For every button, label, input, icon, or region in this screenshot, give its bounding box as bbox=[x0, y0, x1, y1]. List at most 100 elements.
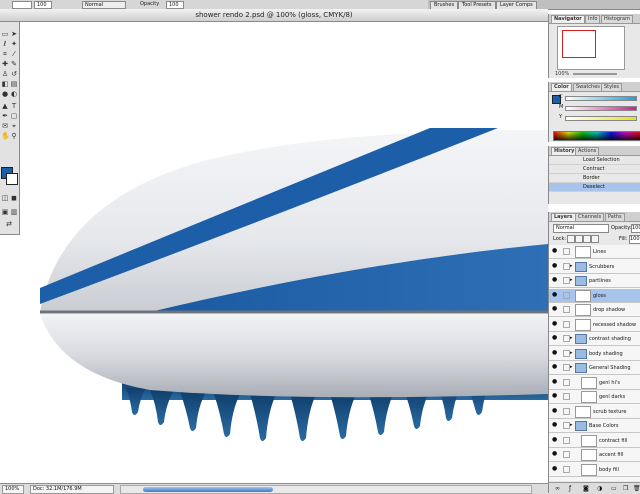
blend-mode-dropdown[interactable]: Normal bbox=[553, 224, 609, 233]
tab-styles[interactable]: Styles bbox=[601, 83, 623, 91]
link-toggle[interactable] bbox=[563, 306, 570, 313]
link-toggle[interactable] bbox=[563, 378, 570, 386]
tab-actions[interactable]: Actions bbox=[575, 147, 600, 155]
visibility-eye-icon[interactable]: ● bbox=[552, 393, 557, 399]
visibility-eye-icon[interactable]: ● bbox=[552, 378, 557, 385]
history-item[interactable]: Border bbox=[549, 174, 640, 183]
visibility-eye-icon[interactable]: ● bbox=[552, 451, 557, 457]
visibility-eye-icon[interactable]: ● bbox=[552, 465, 557, 472]
link-toggle[interactable] bbox=[563, 436, 570, 444]
opacity-percent-field[interactable]: 100 bbox=[166, 1, 184, 9]
lock-all-icon[interactable] bbox=[591, 235, 599, 243]
navigator-thumbnail[interactable] bbox=[557, 26, 625, 70]
eyedropper-tool-icon[interactable]: ⌖ bbox=[10, 122, 18, 130]
layer-row[interactable]: ● scrub texture bbox=[549, 405, 640, 419]
visibility-eye-icon[interactable]: ● bbox=[552, 277, 557, 283]
link-toggle[interactable] bbox=[563, 451, 570, 458]
document-titlebar[interactable]: shower rendo 2.psd @ 100% (gloss, CMYK/8… bbox=[0, 9, 548, 22]
well-tab-tool-presets[interactable]: Tool Presets bbox=[458, 1, 496, 9]
link-toggle[interactable] bbox=[563, 262, 570, 270]
layer-row[interactable]: ● genl darks bbox=[549, 390, 640, 404]
well-tab-brushes[interactable]: Brushes bbox=[430, 1, 459, 9]
full-screen-icon[interactable]: ▥ bbox=[10, 208, 18, 216]
color-spectrum-bar[interactable] bbox=[553, 131, 640, 141]
tab-paths[interactable]: Paths bbox=[605, 213, 625, 221]
expand-triangle-icon[interactable]: ▸ bbox=[570, 350, 573, 356]
link-toggle[interactable] bbox=[563, 349, 570, 357]
layer-row[interactable]: ● recessed shadow bbox=[549, 318, 640, 332]
jump-to-imageready-icon[interactable]: ⇄ bbox=[5, 220, 13, 228]
history-item[interactable]: Contract bbox=[549, 165, 640, 174]
layer-row[interactable]: ● gloss bbox=[549, 288, 640, 303]
navigator-view-box[interactable] bbox=[562, 30, 596, 58]
visibility-eye-icon[interactable]: ● bbox=[552, 364, 557, 370]
expand-triangle-icon[interactable]: ▸ bbox=[570, 422, 573, 428]
link-toggle[interactable] bbox=[563, 248, 570, 255]
gradient-tool-icon[interactable]: ▤ bbox=[10, 80, 18, 88]
trash-icon[interactable]: 🗑 bbox=[633, 485, 640, 492]
tab-swatches[interactable]: Swatches bbox=[573, 83, 603, 91]
zoom-tool-icon[interactable]: ⚲ bbox=[10, 132, 18, 140]
layer-row[interactable]: ● drop shadow bbox=[549, 303, 640, 317]
link-toggle[interactable] bbox=[563, 320, 570, 328]
path-select-icon[interactable]: ▲ bbox=[1, 102, 9, 110]
lock-transparent-icon[interactable] bbox=[567, 235, 575, 243]
visibility-eye-icon[interactable]: ● bbox=[552, 349, 557, 356]
shape-tool-icon[interactable]: ▢ bbox=[10, 112, 18, 120]
type-tool-icon[interactable]: T bbox=[10, 102, 18, 110]
fill-field[interactable]: 100 bbox=[629, 235, 640, 244]
link-toggle[interactable] bbox=[563, 291, 570, 299]
visibility-eye-icon[interactable]: ● bbox=[552, 320, 557, 327]
magic-wand-tool-icon[interactable]: ✦ bbox=[10, 40, 18, 48]
layer-group-row[interactable]: ● ▸ Scrubbers bbox=[549, 260, 640, 274]
standard-mode-icon[interactable]: ◼ bbox=[10, 194, 18, 202]
expand-triangle-icon[interactable]: ▸ bbox=[570, 263, 573, 269]
navigator-zoom-slider[interactable] bbox=[573, 73, 617, 75]
opacity-field[interactable]: 100 bbox=[34, 1, 52, 9]
layer-style-icon[interactable]: ƒ bbox=[569, 485, 571, 492]
link-toggle[interactable] bbox=[563, 277, 570, 284]
visibility-eye-icon[interactable]: ● bbox=[552, 422, 557, 428]
channel-slider[interactable] bbox=[565, 116, 637, 121]
visibility-eye-icon[interactable]: ● bbox=[552, 436, 557, 443]
layer-row[interactable]: ● body fill bbox=[549, 463, 640, 477]
background-color-swatch[interactable] bbox=[6, 173, 18, 185]
history-brush-icon[interactable]: ↺ bbox=[10, 70, 18, 78]
move-tool-icon[interactable]: ➤ bbox=[10, 30, 18, 38]
visibility-eye-icon[interactable]: ● bbox=[552, 407, 557, 414]
channel-slider[interactable] bbox=[565, 106, 637, 111]
pen-tool-icon[interactable]: ✒ bbox=[1, 112, 9, 120]
mask-icon[interactable]: ◙ bbox=[583, 485, 589, 492]
channel-slider[interactable] bbox=[565, 96, 637, 101]
marquee-tool-icon[interactable]: ▭ bbox=[1, 30, 9, 38]
visibility-eye-icon[interactable]: ● bbox=[552, 335, 557, 341]
link-toggle[interactable] bbox=[563, 465, 570, 473]
hand-tool-icon[interactable]: ✋ bbox=[1, 132, 10, 140]
link-toggle[interactable] bbox=[563, 335, 570, 342]
layer-row[interactable]: ● accent fill bbox=[549, 448, 640, 462]
link-toggle[interactable] bbox=[563, 422, 570, 429]
tab-color[interactable]: Color bbox=[551, 83, 572, 91]
layer-group-row[interactable]: ● ▸ contrast shading bbox=[549, 332, 640, 346]
expand-triangle-icon[interactable]: ▸ bbox=[570, 335, 573, 341]
eraser-tool-icon[interactable]: ◧ bbox=[1, 80, 9, 88]
link-toggle[interactable] bbox=[563, 364, 570, 371]
layer-opacity-field[interactable]: 100 bbox=[631, 224, 640, 233]
visibility-eye-icon[interactable]: ● bbox=[552, 262, 557, 269]
screen-mode-icon[interactable]: ▣ bbox=[1, 208, 9, 216]
lasso-tool-icon[interactable]: ℓ bbox=[1, 40, 9, 48]
visibility-eye-icon[interactable]: ● bbox=[552, 291, 557, 298]
layer-group-row[interactable]: ● ▸ Base Colors bbox=[549, 419, 640, 433]
layer-group-row[interactable]: ● ▸ body shading bbox=[549, 347, 640, 361]
history-item[interactable]: Load Selection bbox=[549, 156, 640, 165]
adjustment-layer-icon[interactable]: ◑ bbox=[597, 485, 602, 492]
stamp-tool-icon[interactable]: ♙ bbox=[1, 70, 9, 78]
dodge-tool-icon[interactable]: ◐ bbox=[10, 90, 18, 98]
options-field[interactable] bbox=[12, 1, 32, 9]
notes-tool-icon[interactable]: ✉ bbox=[1, 122, 9, 130]
blur-tool-icon[interactable]: ● bbox=[1, 90, 9, 98]
new-layer-icon[interactable]: ❐ bbox=[623, 485, 628, 492]
link-toggle[interactable] bbox=[563, 407, 570, 415]
tab-layers[interactable]: Layers bbox=[551, 213, 576, 221]
lock-position-icon[interactable] bbox=[583, 235, 591, 243]
